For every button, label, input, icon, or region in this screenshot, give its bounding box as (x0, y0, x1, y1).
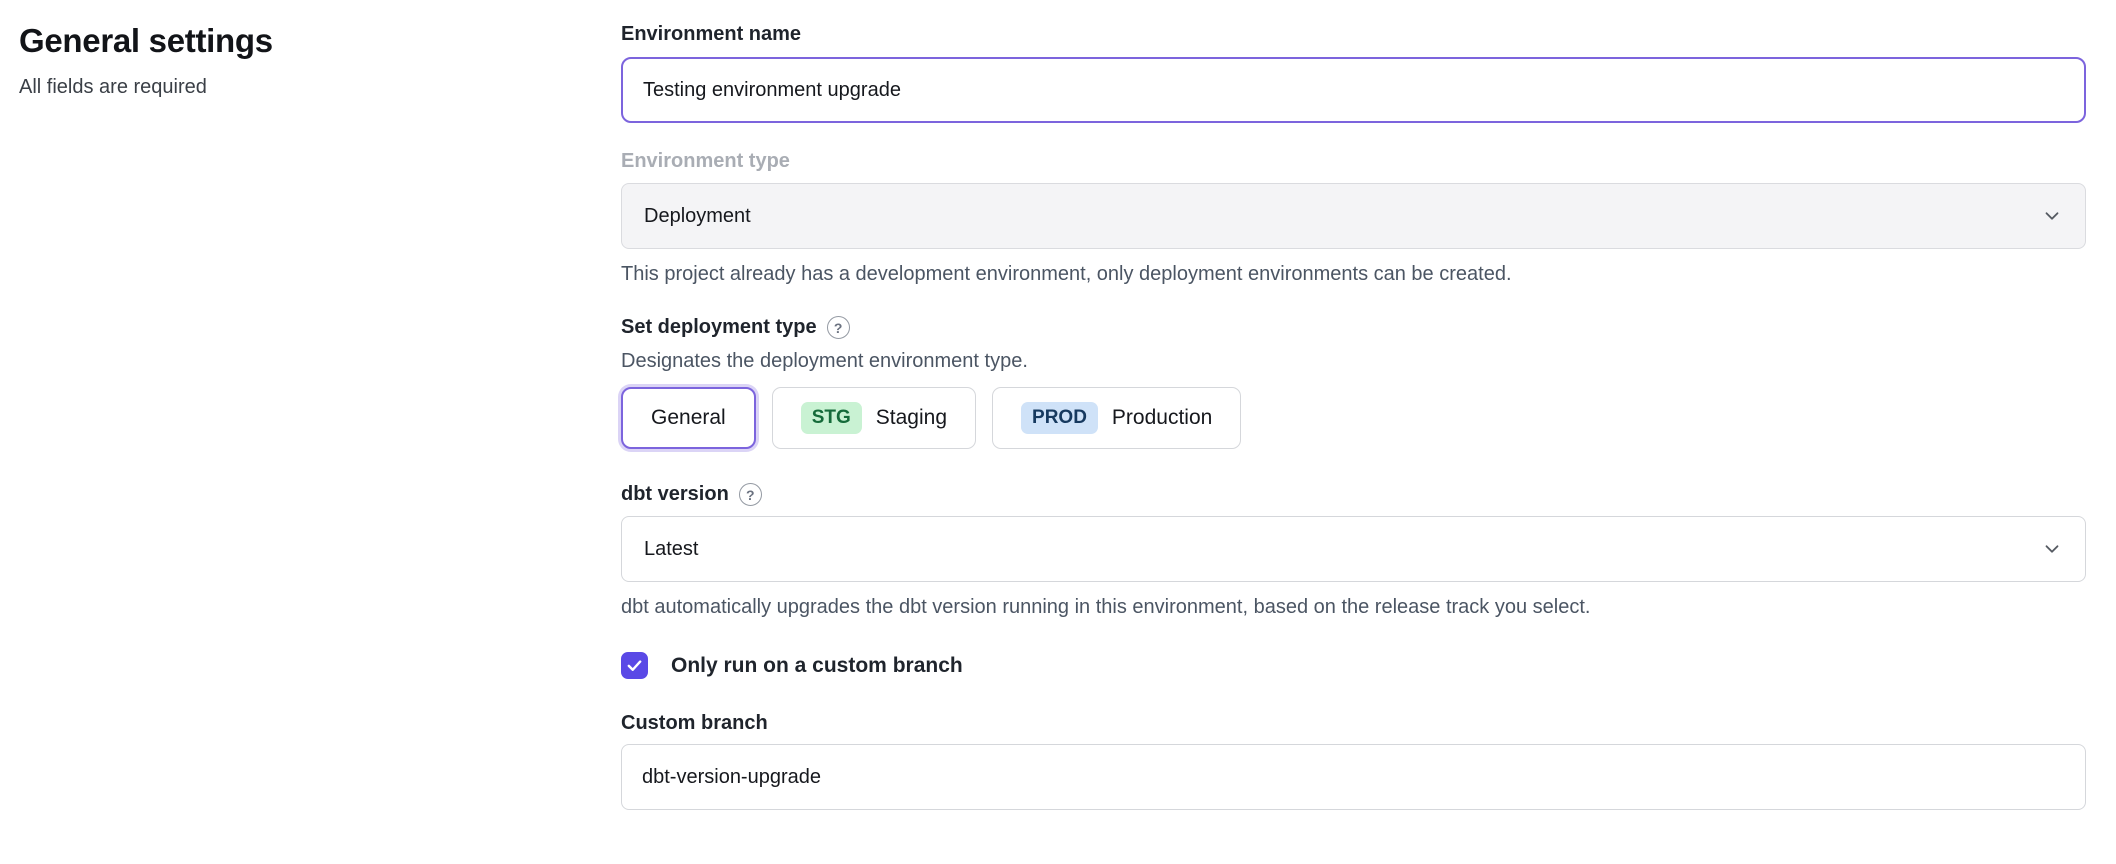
environment-name-input[interactable] (621, 57, 2086, 123)
deployment-option-staging[interactable]: STG Staging (772, 387, 976, 449)
environment-type-label: Environment type (621, 150, 2086, 173)
production-badge: PROD (1021, 402, 1098, 434)
environment-type-value: Deployment (644, 205, 751, 228)
deployment-type-label-text: Set deployment type (621, 316, 817, 339)
environment-type-helper: This project already has a development e… (621, 263, 2086, 286)
custom-branch-input[interactable] (621, 744, 2086, 810)
settings-header: General settings All fields are required (0, 0, 621, 864)
deployment-option-staging-label: Staging (876, 406, 947, 430)
custom-branch-toggle-label: Only run on a custom branch (671, 654, 963, 678)
deployment-option-general-label: General (651, 406, 726, 430)
dbt-version-label-text: dbt version (621, 483, 729, 506)
dbt-version-select[interactable]: Latest (621, 516, 2086, 582)
dbt-version-label: dbt version ? (621, 483, 2086, 506)
custom-branch-checkbox[interactable] (621, 652, 648, 679)
page-title: General settings (19, 22, 621, 60)
help-icon[interactable]: ? (739, 483, 762, 506)
deployment-type-options: General STG Staging PROD Production (621, 387, 2086, 449)
settings-form: Environment name Environment type Deploy… (621, 0, 2116, 864)
custom-branch-label: Custom branch (621, 712, 2086, 735)
deployment-type-helper: Designates the deployment environment ty… (621, 350, 2086, 373)
chevron-down-icon (2041, 538, 2063, 560)
deployment-option-production[interactable]: PROD Production (992, 387, 1241, 449)
page: General settings All fields are required… (0, 0, 2116, 864)
environment-type-select: Deployment (621, 183, 2086, 249)
custom-branch-toggle-row[interactable]: Only run on a custom branch (621, 652, 2086, 679)
staging-badge: STG (801, 402, 862, 434)
chevron-down-icon (2041, 205, 2063, 227)
environment-name-label: Environment name (621, 23, 2086, 46)
deployment-option-production-label: Production (1112, 406, 1212, 430)
deployment-type-label: Set deployment type ? (621, 316, 2086, 339)
deployment-option-general[interactable]: General (621, 387, 756, 449)
page-subtitle: All fields are required (19, 76, 621, 99)
check-icon (626, 657, 643, 674)
help-icon[interactable]: ? (827, 316, 850, 339)
dbt-version-value: Latest (644, 538, 698, 561)
dbt-version-helper: dbt automatically upgrades the dbt versi… (621, 596, 2086, 619)
